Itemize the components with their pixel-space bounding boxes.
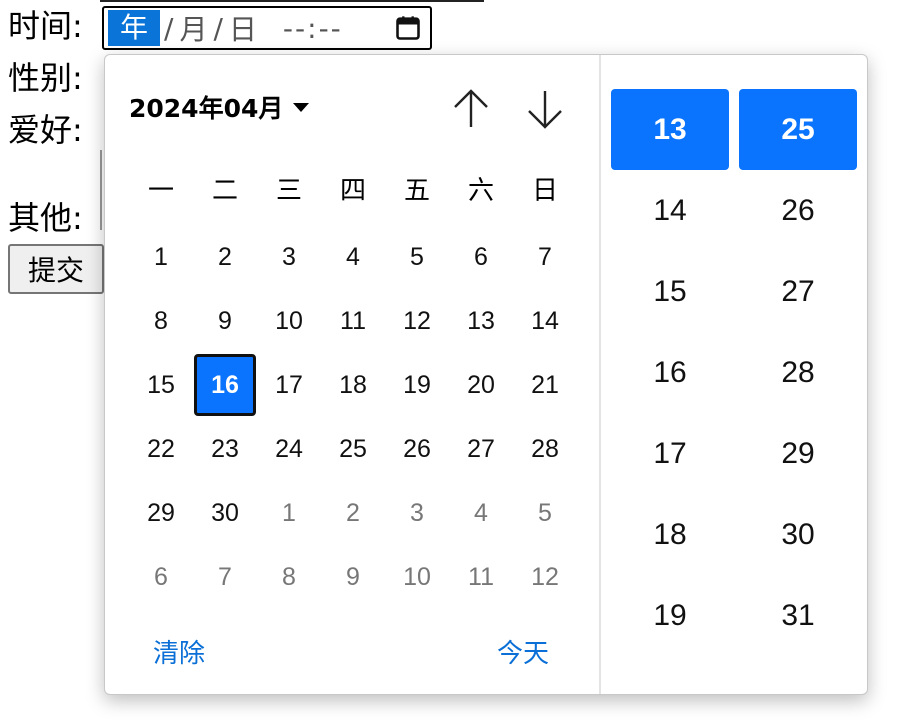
time-label: 时间: bbox=[8, 7, 83, 45]
day-cell[interactable]: 15 bbox=[129, 353, 193, 417]
day-cell[interactable]: 10 bbox=[385, 545, 449, 609]
hobby-label: 爱好: bbox=[8, 111, 83, 149]
minute-option[interactable]: 25 bbox=[739, 89, 857, 170]
day-cell[interactable]: 28 bbox=[513, 417, 577, 481]
day-cell[interactable]: 11 bbox=[449, 545, 513, 609]
minute-column[interactable]: 25 26 27 28 29 30 31 bbox=[739, 89, 857, 656]
hour-option[interactable]: 18 bbox=[611, 494, 729, 575]
day-cell[interactable]: 20 bbox=[449, 353, 513, 417]
day-cell[interactable]: 4 bbox=[449, 481, 513, 545]
hour-column[interactable]: 13 14 15 16 17 18 19 bbox=[611, 89, 729, 656]
day-cell[interactable]: 6 bbox=[449, 225, 513, 289]
other-label: 其他: bbox=[8, 199, 83, 237]
day-cell[interactable]: 30 bbox=[193, 481, 257, 545]
day-cell[interactable]: 13 bbox=[449, 289, 513, 353]
top-border-line bbox=[100, 0, 484, 2]
today-button[interactable]: 今天 bbox=[497, 633, 549, 670]
day-cell[interactable]: 5 bbox=[513, 481, 577, 545]
weekday-label: 四 bbox=[339, 176, 366, 206]
month-year-selector[interactable]: 2024年04月 bbox=[129, 89, 310, 125]
year-segment[interactable]: 年 bbox=[108, 10, 161, 46]
weekday-label: 日 bbox=[531, 176, 558, 206]
submit-button[interactable]: 提交 bbox=[8, 244, 104, 294]
day-cell[interactable]: 2 bbox=[321, 481, 385, 545]
time-segment[interactable]: --:-- bbox=[281, 12, 345, 45]
day-cell[interactable]: 12 bbox=[513, 545, 577, 609]
minute-option[interactable]: 28 bbox=[739, 332, 857, 413]
weekday-label: 六 bbox=[467, 176, 494, 206]
day-grid: 1 2 3 4 5 6 7 8 9 10 11 12 13 14 15 16 17 18 19 20 21 22 23 24 2… bbox=[129, 225, 577, 609]
hour-option[interactable]: 16 bbox=[611, 332, 729, 413]
day-cell[interactable]: 1 bbox=[257, 481, 321, 545]
day-cell[interactable]: 4 bbox=[321, 225, 385, 289]
date-separator: / bbox=[213, 11, 223, 45]
month-title: 2024年04月 bbox=[129, 94, 284, 123]
weekday-label: 一 bbox=[147, 176, 174, 206]
day-cell[interactable]: 11 bbox=[321, 289, 385, 353]
day-cell[interactable]: 22 bbox=[129, 417, 193, 481]
day-cell[interactable]: 3 bbox=[385, 481, 449, 545]
hour-option[interactable]: 14 bbox=[611, 170, 729, 251]
day-cell[interactable]: 23 bbox=[193, 417, 257, 481]
weekday-label: 三 bbox=[275, 176, 302, 206]
day-cell[interactable]: 29 bbox=[129, 481, 193, 545]
day-cell[interactable]: 21 bbox=[513, 353, 577, 417]
minute-option[interactable]: 26 bbox=[739, 170, 857, 251]
gender-label: 性别: bbox=[8, 59, 83, 97]
day-cell[interactable]: 14 bbox=[513, 289, 577, 353]
day-cell[interactable]: 5 bbox=[385, 225, 449, 289]
weekday-header: 一二三四五六日 bbox=[129, 167, 577, 215]
hour-option[interactable]: 15 bbox=[611, 251, 729, 332]
day-cell[interactable]: 9 bbox=[321, 545, 385, 609]
day-cell[interactable]: 6 bbox=[129, 545, 193, 609]
date-separator: / bbox=[164, 11, 174, 45]
hour-option[interactable]: 13 bbox=[611, 89, 729, 170]
minute-option[interactable]: 29 bbox=[739, 413, 857, 494]
day-cell[interactable]: 9 bbox=[193, 289, 257, 353]
day-cell-selected[interactable]: 16 bbox=[194, 354, 256, 416]
day-segment[interactable]: 日 bbox=[227, 8, 259, 48]
day-cell[interactable]: 18 bbox=[321, 353, 385, 417]
minute-option[interactable]: 30 bbox=[739, 494, 857, 575]
weekday-label: 二 bbox=[211, 176, 238, 206]
arrow-up-icon bbox=[454, 89, 488, 127]
day-cell[interactable]: 7 bbox=[193, 545, 257, 609]
datetime-input[interactable]: 年 / 月 / 日 --:-- bbox=[102, 6, 432, 50]
datetime-picker-popup: 2024年04月 一二三四五六日 1 2 3 4 5 6 7 8 9 10 11 12 13 14 15 16… bbox=[104, 54, 868, 695]
day-cell[interactable]: 10 bbox=[257, 289, 321, 353]
minute-option[interactable]: 31 bbox=[739, 575, 857, 656]
day-cell[interactable]: 8 bbox=[129, 289, 193, 353]
minute-option[interactable]: 27 bbox=[739, 251, 857, 332]
day-cell[interactable]: 8 bbox=[257, 545, 321, 609]
arrow-down-icon bbox=[528, 91, 562, 129]
month-segment[interactable]: 月 bbox=[177, 8, 209, 48]
day-cell[interactable]: 7 bbox=[513, 225, 577, 289]
day-cell[interactable]: 1 bbox=[129, 225, 193, 289]
day-cell[interactable]: 2 bbox=[193, 225, 257, 289]
picker-divider bbox=[599, 55, 601, 694]
day-cell[interactable]: 3 bbox=[257, 225, 321, 289]
next-month-button[interactable] bbox=[523, 85, 567, 133]
calendar-icon[interactable] bbox=[394, 14, 422, 42]
day-cell[interactable]: 24 bbox=[257, 417, 321, 481]
previous-month-button[interactable] bbox=[449, 85, 493, 133]
caret-down-icon bbox=[293, 102, 310, 112]
hour-option[interactable]: 17 bbox=[611, 413, 729, 494]
clear-button[interactable]: 清除 bbox=[153, 633, 205, 670]
weekday-label: 五 bbox=[403, 176, 430, 206]
day-cell[interactable]: 26 bbox=[385, 417, 449, 481]
day-cell[interactable]: 19 bbox=[385, 353, 449, 417]
hour-option[interactable]: 19 bbox=[611, 575, 729, 656]
day-cell[interactable]: 25 bbox=[321, 417, 385, 481]
day-cell[interactable]: 17 bbox=[257, 353, 321, 417]
day-cell[interactable]: 12 bbox=[385, 289, 449, 353]
day-cell[interactable]: 27 bbox=[449, 417, 513, 481]
